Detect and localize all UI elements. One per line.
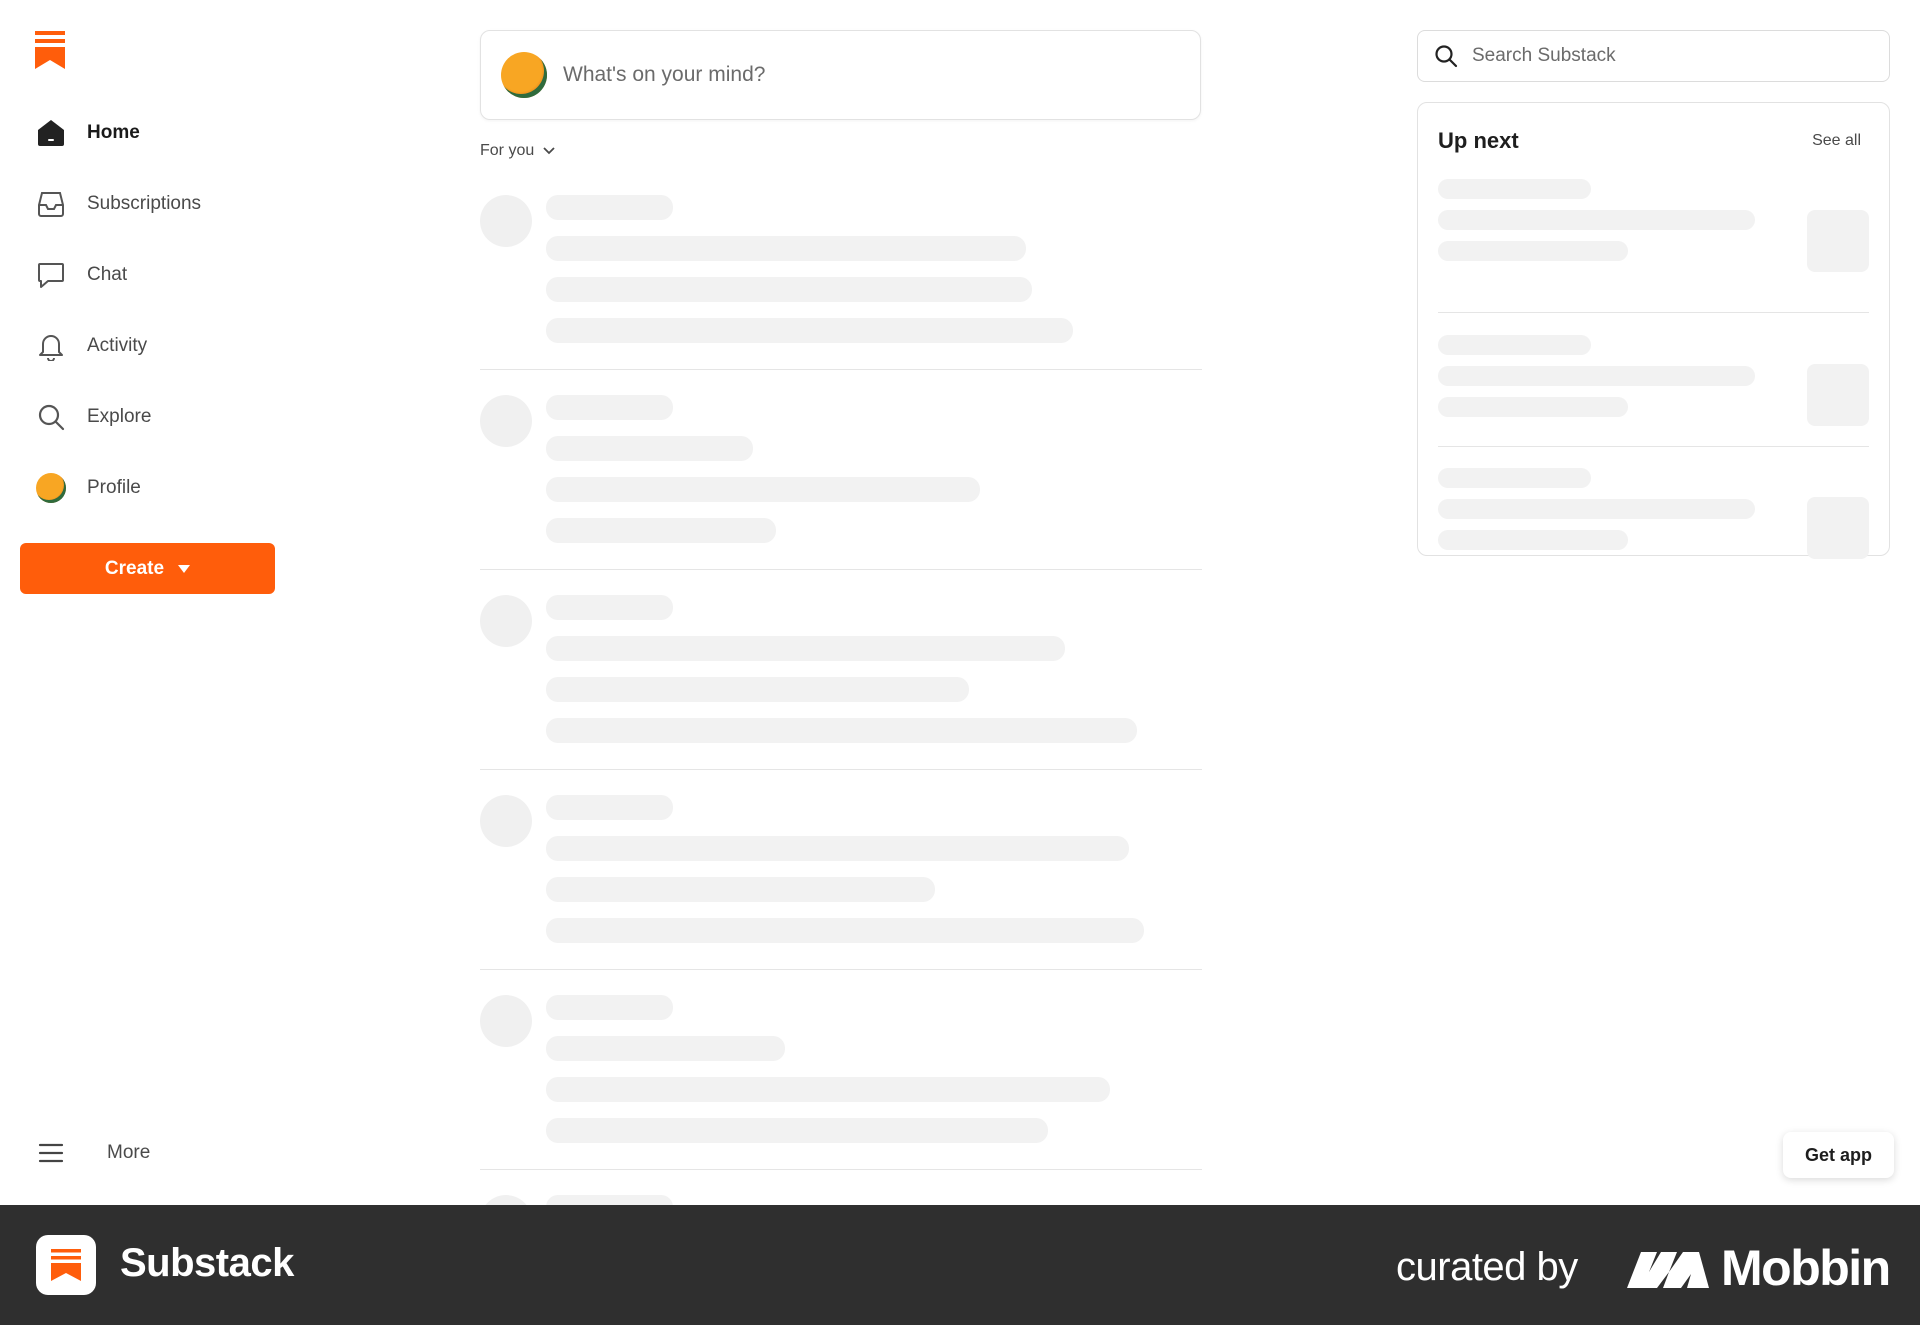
- substack-logo-icon[interactable]: [35, 31, 65, 69]
- skeleton-avatar: [480, 995, 532, 1047]
- profile-avatar: [35, 472, 67, 504]
- up-next-header: Up next See all: [1438, 103, 1869, 179]
- skeleton-line: [546, 677, 969, 702]
- skeleton-line: [546, 918, 1144, 943]
- skeleton-line: [546, 877, 935, 902]
- feed-post-skeleton: [480, 170, 1202, 370]
- feed-post-skeleton: [480, 1170, 1202, 1205]
- skeleton-line: [546, 1077, 1110, 1102]
- home-icon: [35, 117, 67, 149]
- nav-label-chat: Chat: [87, 263, 128, 285]
- get-app-button[interactable]: Get app: [1783, 1132, 1894, 1178]
- nav-label-profile: Profile: [87, 476, 141, 498]
- more-menu-button[interactable]: More: [35, 1137, 150, 1169]
- skeleton-line: [546, 1036, 785, 1061]
- skeleton-avatar: [480, 195, 532, 247]
- nav-label-home: Home: [87, 121, 140, 143]
- skeleton-thumbnail: [1807, 497, 1869, 559]
- skeleton-line: [546, 477, 980, 502]
- skeleton-line: [546, 236, 1026, 261]
- feed-post-skeleton: [480, 970, 1202, 1170]
- skeleton-avatar: [480, 595, 532, 647]
- nav-item-chat[interactable]: Chat: [20, 239, 280, 310]
- nav-label-activity: Activity: [87, 334, 148, 356]
- skeleton-line: [546, 277, 1032, 302]
- chat-bubble-icon: [35, 259, 67, 291]
- curation-footer: Substack curated by Mobbin: [0, 1205, 1920, 1325]
- skeleton-line: [546, 1118, 1048, 1143]
- bell-icon: [35, 330, 67, 362]
- main-nav: Home Subscriptions Chat Activity Explore: [20, 97, 280, 523]
- caret-down-icon: [178, 564, 191, 573]
- skeleton-line: [546, 595, 673, 620]
- skeleton-line: [546, 436, 753, 461]
- skeleton-line: [546, 995, 673, 1020]
- skeleton-line: [546, 718, 1137, 743]
- create-button[interactable]: Create: [20, 543, 275, 594]
- up-next-panel: Up next See all: [1417, 102, 1890, 559]
- skeleton-line: [1438, 499, 1755, 519]
- composer-placeholder: What's on your mind?: [563, 63, 766, 86]
- mobbin-wordmark: Mobbin: [1721, 1240, 1891, 1296]
- nav-label-subscriptions: Subscriptions: [87, 192, 202, 214]
- sidebar: Home Subscriptions Chat Activity Explore: [0, 0, 300, 1205]
- nav-item-profile[interactable]: Profile: [20, 452, 280, 523]
- skeleton-line: [1438, 179, 1591, 199]
- skeleton-line: [546, 318, 1073, 343]
- substack-app-icon: [36, 1235, 96, 1295]
- skeleton-line: [546, 636, 1065, 661]
- skeleton-thumbnail: [1807, 364, 1869, 426]
- skeleton-avatar: [480, 1195, 532, 1205]
- skeleton-line: [546, 518, 776, 543]
- feed-filter-label: For you: [480, 142, 535, 159]
- feed-post-skeleton: [480, 570, 1202, 770]
- hamburger-menu-icon: [35, 1137, 67, 1169]
- mobbin-logo: Mobbin: [1627, 1240, 1891, 1296]
- feed-post-skeleton: [480, 370, 1202, 570]
- up-next-item-skeleton: [1438, 179, 1869, 313]
- inbox-icon: [35, 188, 67, 220]
- feed-filter-dropdown[interactable]: For you: [480, 142, 556, 160]
- skeleton-line: [1438, 530, 1628, 550]
- skeleton-line: [1438, 335, 1591, 355]
- skeleton-line: [1438, 397, 1628, 417]
- chevron-down-icon: [543, 147, 555, 155]
- app-name: Substack: [120, 1241, 294, 1285]
- search-icon: [1435, 45, 1458, 68]
- create-button-label: Create: [104, 557, 165, 579]
- skeleton-line: [1438, 366, 1755, 386]
- skeleton-line: [1438, 210, 1755, 230]
- skeleton-line: [546, 195, 673, 220]
- skeleton-line: [546, 836, 1129, 861]
- nav-item-subscriptions[interactable]: Subscriptions: [20, 168, 280, 239]
- skeleton-line: [546, 795, 673, 820]
- search-bar[interactable]: [1417, 30, 1890, 82]
- search-icon: [35, 401, 67, 433]
- nav-item-home[interactable]: Home: [20, 97, 280, 168]
- skeleton-line: [546, 1195, 673, 1205]
- nav-item-explore[interactable]: Explore: [20, 381, 280, 452]
- feed-post-skeleton: [480, 770, 1202, 970]
- skeleton-avatar: [480, 795, 532, 847]
- post-composer[interactable]: What's on your mind?: [480, 30, 1201, 120]
- search-input[interactable]: [1472, 45, 1872, 67]
- skeleton-line: [1438, 241, 1628, 261]
- up-next-title: Up next: [1438, 128, 1519, 153]
- mobbin-mark-icon: [1627, 1252, 1709, 1288]
- up-next-item-skeleton: [1438, 313, 1869, 447]
- see-all-link[interactable]: See all: [1812, 132, 1861, 150]
- nav-item-activity[interactable]: Activity: [20, 310, 280, 381]
- more-label: More: [107, 1142, 151, 1163]
- skeleton-line: [546, 395, 673, 420]
- composer-avatar: [501, 52, 547, 98]
- skeleton-line: [1438, 468, 1591, 488]
- skeleton-thumbnail: [1807, 210, 1869, 272]
- curated-by-label: curated by: [1396, 1245, 1578, 1289]
- feed-list: [480, 170, 1202, 1205]
- nav-label-explore: Explore: [87, 405, 152, 427]
- up-next-item-skeleton: [1438, 447, 1869, 581]
- skeleton-avatar: [480, 395, 532, 447]
